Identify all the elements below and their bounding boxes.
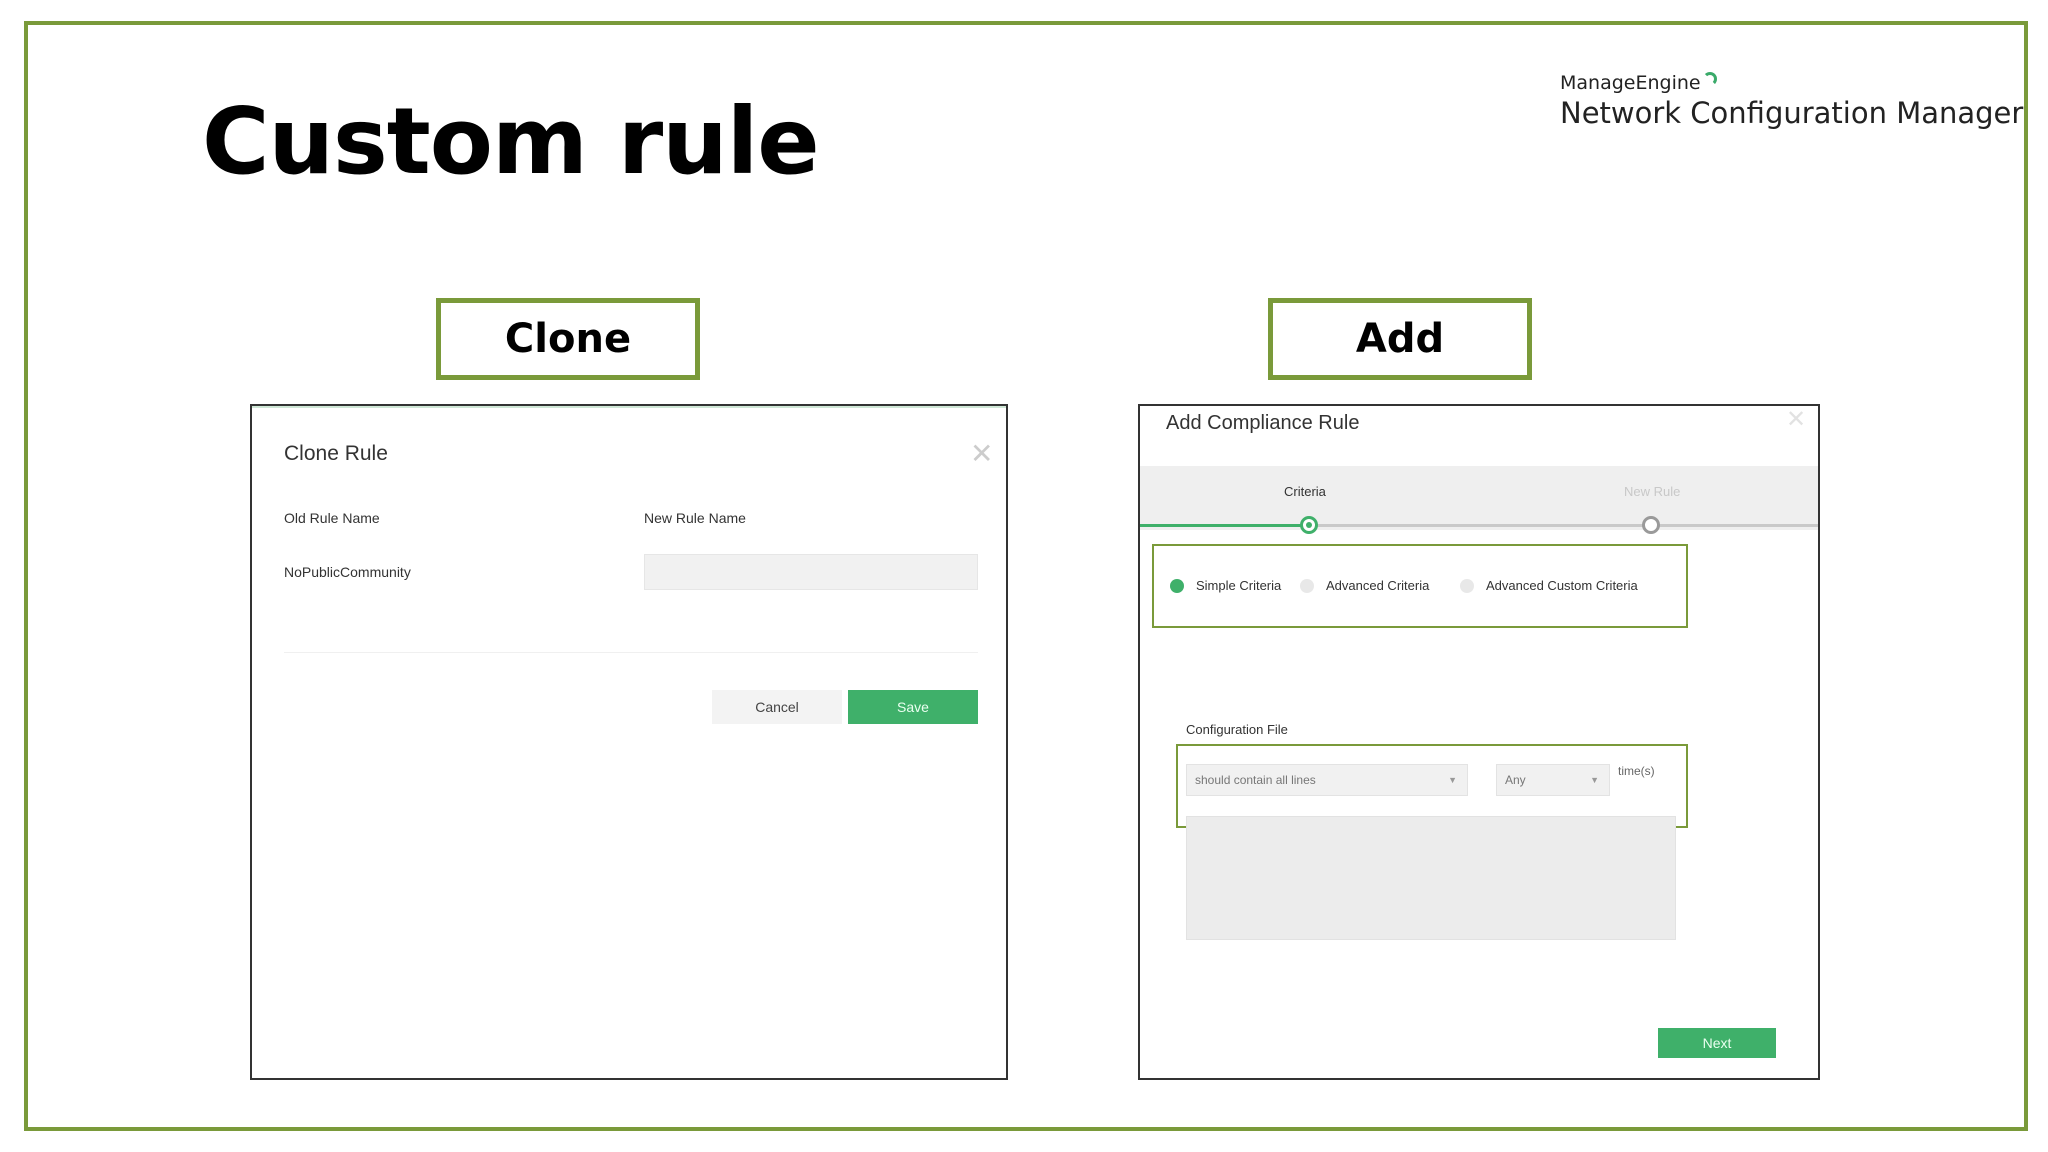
brand-product-name: Network Configuration Manager	[1560, 96, 2024, 130]
condition-select[interactable]: should contain all lines ▼	[1186, 764, 1468, 796]
chevron-down-icon: ▼	[1448, 775, 1457, 785]
close-icon[interactable]: ✕	[970, 440, 993, 468]
add-label-box: Add	[1268, 298, 1532, 380]
old-rule-name-label: Old Rule Name	[284, 510, 380, 526]
simple-criteria-label[interactable]: Simple Criteria	[1196, 578, 1281, 593]
new-rule-name-input[interactable]	[644, 554, 978, 590]
config-lines-textarea[interactable]	[1186, 816, 1676, 940]
step-criteria-dot	[1300, 516, 1318, 534]
wizard-progress-line	[1140, 524, 1308, 527]
advanced-custom-criteria-label[interactable]: Advanced Custom Criteria	[1486, 578, 1638, 593]
add-compliance-rule-dialog: Add Compliance Rule ✕ Criteria New Rule …	[1138, 404, 1820, 1080]
step-criteria[interactable]: Criteria	[1284, 484, 1326, 499]
dialog-top-accent	[252, 406, 1006, 408]
chevron-down-icon: ▼	[1590, 775, 1599, 785]
step-criteria-dot-fill	[1306, 522, 1312, 528]
step-new-rule[interactable]: New Rule	[1624, 484, 1680, 499]
wizard-steps	[1140, 466, 1818, 530]
old-rule-name-value: NoPublicCommunity	[284, 564, 411, 580]
new-rule-name-label: New Rule Name	[644, 510, 746, 526]
clone-dialog-title: Clone Rule	[284, 442, 388, 465]
times-label: time(s)	[1618, 764, 1655, 778]
condition-select-value: should contain all lines	[1195, 773, 1316, 787]
cancel-button[interactable]: Cancel	[712, 690, 842, 724]
brand-logo-icon	[1702, 72, 1717, 86]
radio-advanced-criteria[interactable]	[1300, 579, 1314, 593]
count-select[interactable]: Any ▼	[1496, 764, 1610, 796]
next-button[interactable]: Next	[1658, 1028, 1776, 1058]
wizard-track-line	[1308, 524, 1818, 527]
radio-advanced-custom-criteria[interactable]	[1460, 579, 1474, 593]
save-button[interactable]: Save	[848, 690, 978, 724]
clone-rule-dialog: Clone Rule ✕ Old Rule Name New Rule Name…	[250, 404, 1008, 1080]
footer-divider	[284, 652, 978, 653]
close-icon[interactable]: ✕	[1786, 408, 1806, 432]
configuration-file-label: Configuration File	[1186, 722, 1288, 737]
radio-simple-criteria[interactable]	[1170, 579, 1184, 593]
brand-top-text: ManageEngine	[1560, 72, 1701, 94]
step-new-rule-dot	[1642, 516, 1660, 534]
add-dialog-title: Add Compliance Rule	[1166, 412, 1360, 434]
clone-label-box: Clone	[436, 298, 700, 380]
slide-title: Custom rule	[202, 88, 820, 195]
brand-manageengine: ManageEngine	[1560, 72, 1717, 94]
count-select-value: Any	[1505, 773, 1526, 787]
advanced-criteria-label[interactable]: Advanced Criteria	[1326, 578, 1429, 593]
